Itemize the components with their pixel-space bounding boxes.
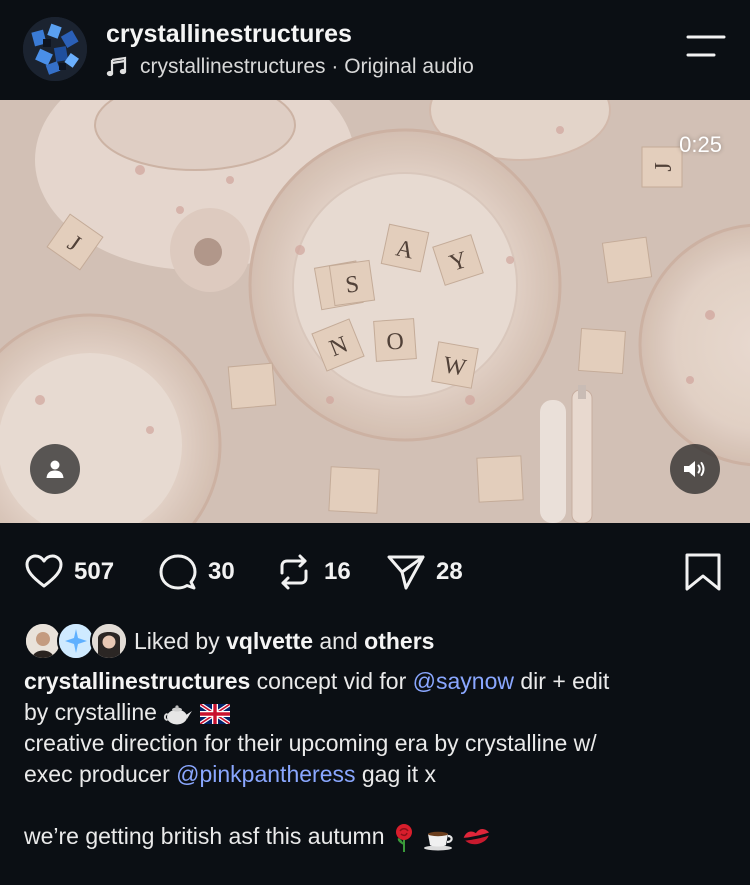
menu-icon[interactable] — [686, 34, 726, 60]
caption-line2: by crystalline — [24, 699, 157, 725]
action-bar: 507 30 16 28 — [0, 540, 750, 604]
uk-flag-icon — [199, 703, 230, 724]
mute-toggle-button[interactable] — [670, 444, 720, 494]
caption-line4: exec producer — [24, 761, 170, 787]
mention-pinkpantheress[interactable]: @pinkpantheress — [176, 761, 355, 787]
send-icon — [387, 555, 425, 590]
audio-label: crystallinestructures · Original audio — [140, 55, 474, 78]
caption-line1: concept vid for — [256, 668, 407, 694]
caption-line4-rest: gag it x — [361, 761, 437, 787]
coffee-icon — [424, 831, 454, 851]
speaker-icon — [684, 461, 705, 477]
comment-bubble-icon — [159, 554, 197, 590]
rose-icon — [395, 823, 412, 852]
liked-by-prefix: Liked by — [134, 627, 220, 654]
repost-icon — [280, 554, 308, 590]
liked-by-user[interactable]: vqlvette — [226, 628, 313, 655]
kiss-mark-icon — [463, 828, 489, 845]
caption-author[interactable]: crystallinestructures — [24, 668, 250, 694]
video-timestamp: 0:25 — [679, 132, 722, 157]
caption-line5: we’re getting british asf this autumn — [24, 823, 385, 849]
repost-button[interactable]: 16 — [274, 552, 351, 592]
comment-button[interactable]: 30 — [158, 552, 235, 592]
tagged-users-button[interactable] — [30, 444, 80, 494]
post-caption: crystallinestructures concept vid for @s… — [24, 666, 734, 853]
repost-count: 16 — [324, 558, 351, 585]
bookmark-icon[interactable] — [683, 552, 723, 592]
liked-by-conj: and — [319, 627, 358, 654]
like-count: 507 — [74, 558, 115, 585]
profile-avatar[interactable] — [23, 17, 87, 81]
like-button[interactable]: 507 — [24, 552, 114, 592]
music-note-icon — [106, 56, 127, 77]
person-icon — [46, 460, 64, 478]
post-header: crystallinestructures crystallinestructu… — [0, 0, 750, 100]
video-player[interactable]: S A Y N O W J J 0:25 — [0, 100, 750, 523]
heart-icon — [25, 554, 63, 588]
audio-row[interactable]: crystallinestructures · Original audio — [106, 54, 474, 80]
teapot-icon — [164, 705, 193, 725]
caption-line1-rest: dir + edit — [520, 668, 610, 694]
caption-line3: creative direction for their upcoming er… — [24, 730, 597, 756]
mention-saynow[interactable]: @saynow — [413, 668, 514, 694]
liker-avatars — [24, 622, 128, 660]
liked-by-others[interactable]: others — [364, 628, 434, 655]
comment-count: 30 — [208, 558, 235, 585]
share-button[interactable]: 28 — [386, 552, 463, 592]
liker-avatar-3 — [90, 622, 128, 660]
video-frame: S A Y N O W J J — [0, 100, 750, 523]
liked-by-row[interactable]: Liked by vqlvette and others — [24, 622, 434, 660]
share-count: 28 — [436, 558, 463, 585]
username[interactable]: crystallinestructures — [106, 20, 352, 49]
